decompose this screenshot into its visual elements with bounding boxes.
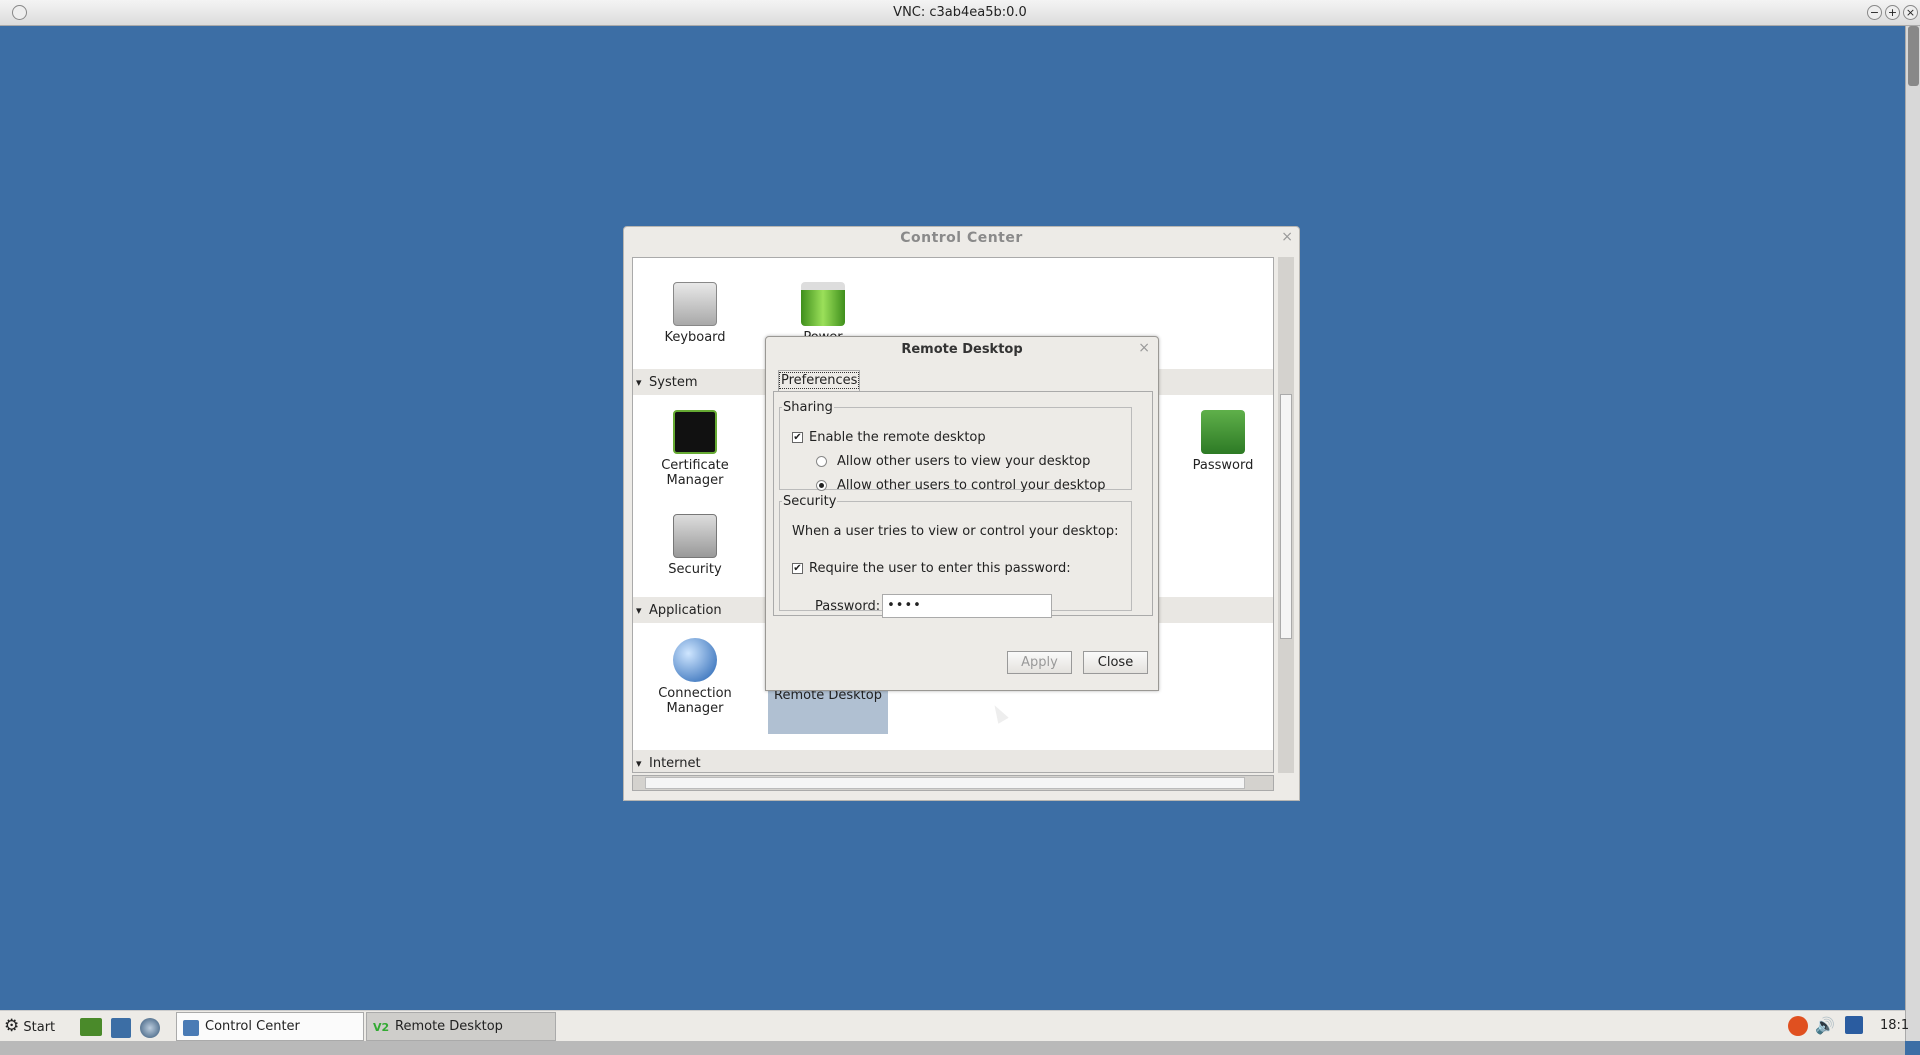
item-certificate-manager[interactable]: Certificate Manager — [645, 410, 745, 488]
volume-icon[interactable]: 🔊 — [1815, 1016, 1835, 1035]
sharing-legend: Sharing — [783, 400, 833, 415]
task-remote-desktop[interactable]: V2 Remote Desktop — [366, 1012, 556, 1041]
item-connection-manager[interactable]: Connection Manager — [645, 638, 745, 716]
radio-label: Allow other users to control your deskto… — [837, 478, 1106, 493]
item-label: Security — [668, 562, 722, 577]
desktop-launcher-icon[interactable] — [80, 1018, 102, 1036]
clock[interactable]: 18:1 — [1880, 1018, 1909, 1033]
scrollbar-thumb[interactable] — [645, 777, 1245, 789]
preferences-panel: Sharing ✔ Enable the remote desktop Allow… — [773, 391, 1153, 618]
task-label: Remote Desktop — [395, 1019, 503, 1034]
password-row: Password: •••• — [815, 594, 1053, 618]
control-center-icon — [183, 1020, 199, 1036]
item-password[interactable]: Password — [1173, 410, 1273, 473]
network-launcher-icon[interactable] — [140, 1018, 160, 1038]
scrollbar-thumb[interactable] — [1908, 26, 1919, 86]
item-label: Certificate Manager — [661, 458, 729, 488]
radio-label: Allow other users to view your desktop — [837, 454, 1091, 469]
checkbox-label: Require the user to enter this password: — [809, 561, 1071, 576]
tab-label: Preferences — [779, 372, 860, 389]
security-group: Security When a user tries to view or co… — [779, 494, 1132, 618]
password-field[interactable]: •••• — [882, 594, 1053, 618]
close-button[interactable]: Close — [1083, 651, 1148, 674]
horizontal-scrollbar[interactable] — [632, 775, 1274, 791]
vnc-menu-button[interactable] — [12, 5, 27, 20]
radio-selected-icon — [816, 480, 827, 491]
task-label: Control Center — [205, 1019, 300, 1034]
vnc-icon: V2 — [373, 1021, 390, 1034]
checkbox-checked-icon: ✔ — [792, 432, 803, 443]
safe-icon — [673, 514, 717, 558]
battery-icon — [801, 282, 845, 326]
vnc-title: VNC: c3ab4ea5b:0.0 — [893, 5, 1027, 20]
close-icon[interactable]: × — [1138, 340, 1150, 356]
tools-launcher-icon[interactable] — [111, 1018, 131, 1038]
certificate-icon — [673, 410, 717, 454]
item-label: Password — [1192, 458, 1254, 473]
item-keyboard[interactable]: Keyboard — [645, 282, 745, 345]
taskbar: ⚙ Start Control Center V2 Remote Desktop … — [0, 1010, 1909, 1041]
maximize-button[interactable]: + — [1885, 5, 1900, 20]
item-security[interactable]: Security — [645, 514, 745, 577]
security-legend: Security — [783, 494, 837, 509]
minimize-button[interactable]: − — [1867, 5, 1882, 20]
checkbox-label: Enable the remote desktop — [809, 430, 986, 445]
vnc-scrollbar[interactable] — [1905, 26, 1920, 1041]
remote-desktop-dialog: Remote Desktop × Preferences Sharing ✔ En… — [765, 336, 1159, 691]
section-internet[interactable]: Internet — [633, 750, 1273, 772]
sharing-group: Sharing ✔ Enable the remote desktop Allow… — [779, 400, 1132, 493]
close-button[interactable]: × — [1903, 5, 1918, 20]
radio-icon — [816, 456, 827, 467]
tab-preferences[interactable]: Preferences — [778, 370, 860, 392]
vertical-scrollbar[interactable] — [1278, 257, 1294, 773]
close-icon[interactable]: × — [1281, 229, 1293, 245]
key-icon — [1201, 410, 1245, 454]
scrollbar-thumb[interactable] — [1280, 394, 1292, 639]
apply-button[interactable]: Apply — [1007, 651, 1072, 674]
start-label: Start — [23, 1020, 56, 1035]
password-label: Password: — [815, 598, 881, 614]
control-radio[interactable]: Allow other users to control your deskto… — [816, 478, 1105, 493]
task-control-center[interactable]: Control Center — [176, 1012, 364, 1041]
security-description: When a user tries to view or control you… — [792, 524, 1119, 539]
vnc-title-bar: VNC: c3ab4ea5b:0.0 − + × — [0, 0, 1920, 26]
checkbox-checked-icon: ✔ — [792, 563, 803, 574]
network-status-icon[interactable] — [1845, 1016, 1863, 1034]
item-label: Keyboard — [664, 330, 726, 345]
gear-icon: ⚙ — [4, 1016, 20, 1036]
view-only-radio[interactable]: Allow other users to view your desktop — [816, 454, 1090, 469]
dialog-title: Remote Desktop — [901, 342, 1023, 357]
enable-remote-desktop-checkbox[interactable]: ✔ Enable the remote desktop — [792, 430, 986, 445]
start-button[interactable]: ⚙ Start — [4, 1016, 55, 1038]
control-center-title: Control Center — [900, 230, 1023, 246]
require-password-checkbox[interactable]: ✔ Require the user to enter this password… — [792, 561, 1071, 576]
keyboard-icon — [673, 282, 717, 326]
item-label: Connection Manager — [658, 686, 732, 716]
update-icon[interactable] — [1788, 1016, 1808, 1036]
globe-computer-icon — [673, 638, 717, 682]
bottom-bar — [0, 1041, 1905, 1055]
